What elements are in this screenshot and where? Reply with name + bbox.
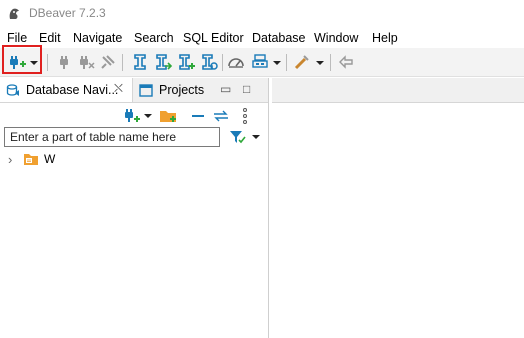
title-bar: DBeaver 7.2.3 [0,0,524,26]
transaction-mode-icon[interactable] [250,52,270,72]
toolbar-separator [47,54,48,71]
dbeaver-logo-icon [9,8,19,19]
new-sql-script-icon[interactable] [176,52,196,72]
new-connection-icon[interactable] [122,106,142,126]
toolbar-separator [122,54,123,71]
database-navigator-panel: Database Navi... ⛌ Projects ▭ □ Enter a … [0,78,269,338]
toolbar-separator [222,54,223,71]
tab-projects-label: Projects [159,83,205,97]
tree-item-label: W [44,152,56,166]
menu-help[interactable]: Help [372,31,398,45]
maximize-icon[interactable]: □ [243,82,250,96]
projects-icon [139,84,153,97]
editor-area-tabbar [272,78,524,103]
navigator-tab-bar: Database Navi... ⛌ Projects ▭ □ [0,78,268,103]
filter-dropdown-icon[interactable] [250,130,262,144]
toolbar-separator [286,54,287,71]
chevron-right-icon[interactable]: › [8,152,12,167]
menu-window[interactable]: Window [314,31,358,45]
commit-dropdown-icon[interactable] [314,52,326,72]
disconnect-icon[interactable] [76,52,96,72]
window-title: DBeaver 7.2.3 [29,6,106,20]
menu-navigate[interactable]: Navigate [73,31,122,45]
disconnect-all-icon[interactable] [98,52,118,72]
menu-search[interactable]: Search [134,31,174,45]
menu-sql-editor[interactable]: SQL Editor [183,31,244,45]
back-icon[interactable] [336,52,356,72]
table-filter-input[interactable] [4,127,220,147]
menu-bar: File Edit Navigate Search SQL Editor Dat… [0,29,524,48]
tab-database-navigator[interactable]: Database Navi... ⛌ [0,78,133,102]
database-navigator-icon [6,84,19,96]
close-icon[interactable]: ⛌ [114,81,123,96]
connect-icon[interactable] [54,52,74,72]
menu-file[interactable]: File [7,31,27,45]
menu-database[interactable]: Database [252,31,306,45]
collapse-all-icon[interactable] [190,106,206,126]
more-options-icon[interactable] [240,106,250,126]
highlight-box [2,45,42,74]
toolbar-separator [330,54,331,71]
recent-sql-script-icon[interactable] [199,52,219,72]
tab-database-navigator-label: Database Navi... [26,83,119,97]
new-folder-icon[interactable] [158,106,178,126]
main-toolbar [0,48,524,77]
open-sql-script-icon[interactable] [153,52,173,72]
commit-icon[interactable] [292,52,312,72]
tab-projects[interactable]: Projects [133,78,213,102]
sql-editor-icon[interactable] [130,52,150,72]
minimize-icon[interactable]: ▭ [220,82,231,96]
dashboard-icon[interactable] [226,52,246,72]
link-editor-icon[interactable] [212,106,230,126]
transaction-dropdown-icon[interactable] [271,52,283,72]
filter-icon[interactable] [228,128,246,146]
dropdown-arrow-icon[interactable] [142,106,154,126]
database-folder-icon [24,154,38,165]
menu-edit[interactable]: Edit [39,31,61,45]
